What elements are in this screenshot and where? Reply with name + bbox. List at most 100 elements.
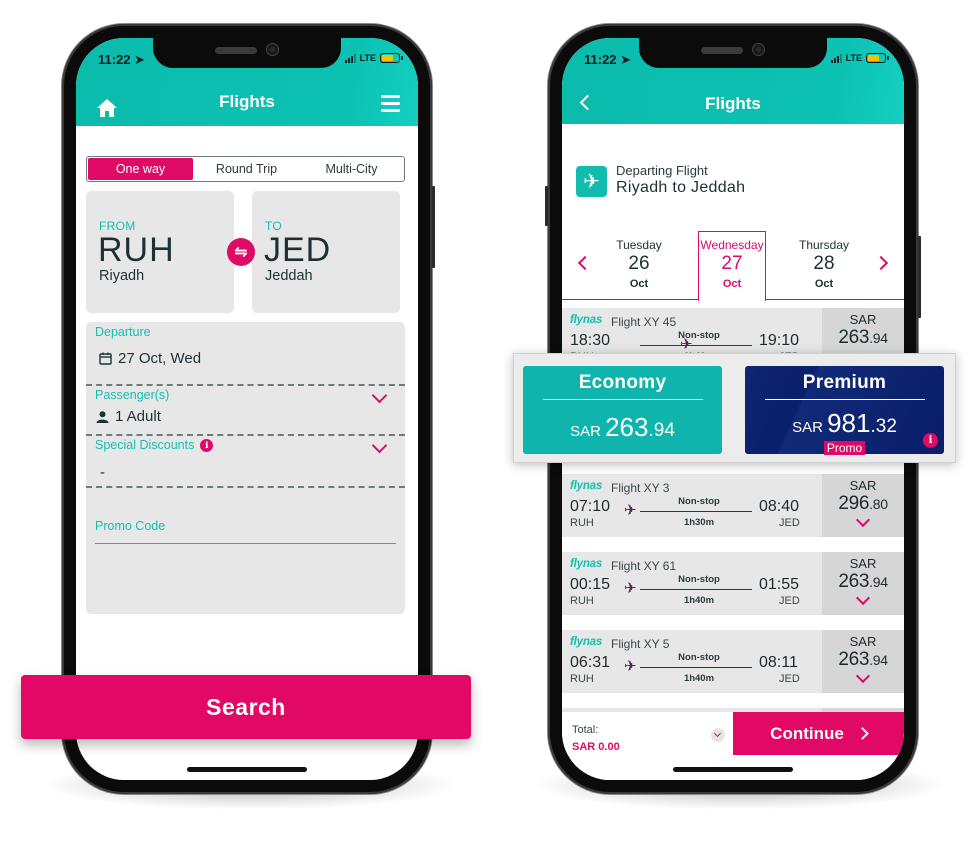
flight-row[interactable]: flynas Flight XY 3 07:10 RUH ✈ Non-stop … bbox=[562, 474, 904, 537]
chevron-down-icon[interactable] bbox=[855, 668, 871, 684]
departure-code: RUH bbox=[570, 595, 594, 607]
search-form: Departure 27 Oct, Wed Passenger(s) 1 Adu… bbox=[86, 322, 405, 614]
network-label: LTE bbox=[359, 53, 376, 63]
airplane-icon: ✈ bbox=[576, 166, 607, 197]
departure-time: 00:15 bbox=[570, 576, 611, 593]
plane-icon: ✈ bbox=[624, 580, 637, 597]
from-code: RUH bbox=[98, 231, 175, 269]
tab-multi-city[interactable]: Multi-City bbox=[299, 157, 404, 181]
battery-icon bbox=[380, 53, 403, 63]
battery-icon bbox=[866, 53, 889, 63]
flight-number: Flight XY 45 bbox=[611, 315, 677, 329]
search-button[interactable]: Search bbox=[21, 675, 471, 739]
route-line bbox=[640, 589, 752, 590]
search-screen: 11:22 ➤ LTE Flights One way Round Trip M… bbox=[76, 38, 418, 780]
duration: 1h40m bbox=[683, 595, 715, 606]
total-label: Total: bbox=[572, 724, 599, 736]
stops: Non-stop bbox=[678, 330, 720, 341]
month: Oct bbox=[722, 278, 742, 290]
tab-round-trip[interactable]: Round Trip bbox=[194, 157, 299, 181]
departure-time: 18:30 bbox=[570, 332, 611, 349]
flight-row[interactable]: flynas Flight XY 5 06:31 RUH ✈ Non-stop … bbox=[562, 630, 904, 693]
fare-premium[interactable]: Premium SAR 981.32 Promo i bbox=[745, 366, 944, 455]
departure-label: Departure bbox=[95, 325, 151, 339]
special-discounts-value: - bbox=[100, 464, 105, 481]
duration: 1h30m bbox=[683, 517, 715, 528]
side-button bbox=[918, 236, 921, 318]
plane-icon: ✈ bbox=[624, 658, 637, 675]
route-line bbox=[640, 345, 752, 346]
tab-one-way[interactable]: One way bbox=[88, 158, 193, 180]
page-title: Flights bbox=[705, 94, 761, 113]
day-name: Wednesday bbox=[700, 238, 764, 252]
arrival-time: 19:10 bbox=[759, 332, 800, 349]
airline-logo: flynas bbox=[570, 636, 603, 648]
trip-type-selector: One way Round Trip Multi-City bbox=[86, 156, 405, 182]
total-details-toggle[interactable] bbox=[711, 728, 725, 742]
chevron-down-icon[interactable] bbox=[855, 590, 871, 606]
promo-code-label: Promo Code bbox=[95, 519, 166, 533]
promo-badge: Promo bbox=[823, 441, 866, 455]
page-title: Flights bbox=[219, 92, 275, 111]
stops: Non-stop bbox=[678, 496, 720, 507]
price-column[interactable]: SAR 263.94 bbox=[822, 552, 904, 615]
arrival-code: JED bbox=[779, 595, 800, 607]
fare-economy[interactable]: Economy SAR 263.94 bbox=[523, 366, 722, 454]
plane-icon: ✈ bbox=[624, 502, 637, 519]
to-code: JED bbox=[264, 231, 332, 269]
signal-icon bbox=[830, 53, 842, 63]
departure-value: 27 Oct, Wed bbox=[118, 350, 202, 367]
month: Oct bbox=[814, 278, 834, 290]
swap-airports-button[interactable]: ⇋ bbox=[227, 238, 255, 266]
chevron-down-icon[interactable] bbox=[855, 512, 871, 528]
date-thursday[interactable]: Thursday 28 Oct bbox=[789, 238, 859, 290]
departure-field[interactable]: Departure 27 Oct, Wed bbox=[86, 322, 405, 384]
person-icon bbox=[96, 410, 109, 423]
promo-code-input[interactable]: Promo Code bbox=[86, 512, 405, 546]
duration: 1h40m bbox=[683, 673, 715, 684]
date-wednesday[interactable]: Wednesday 27 Oct bbox=[697, 238, 767, 290]
flight-number: Flight XY 5 bbox=[611, 637, 670, 651]
home-indicator bbox=[673, 767, 793, 772]
price: 296.80 bbox=[838, 493, 888, 514]
day-number: 28 bbox=[813, 253, 835, 274]
total-value: SAR 0.00 bbox=[572, 741, 620, 753]
status-time: 11:22 ➤ bbox=[98, 52, 146, 67]
hamburger-menu-icon[interactable] bbox=[381, 95, 400, 112]
to-city: Jeddah bbox=[265, 268, 313, 284]
chevron-left-icon[interactable] bbox=[577, 255, 593, 271]
info-icon[interactable]: i bbox=[923, 433, 938, 448]
to-airport-card[interactable]: TO JED Jeddah bbox=[252, 191, 400, 313]
price-column[interactable]: SAR 263.94 bbox=[822, 630, 904, 693]
chevron-down-icon[interactable] bbox=[371, 437, 388, 454]
departure-code: RUH bbox=[570, 673, 594, 685]
from-city: Riyadh bbox=[99, 268, 145, 284]
continue-button[interactable]: Continue bbox=[733, 712, 904, 755]
stops: Non-stop bbox=[678, 574, 720, 585]
flight-row[interactable]: flynas Flight XY 61 00:15 RUH ✈ Non-stop… bbox=[562, 552, 904, 615]
month: Oct bbox=[629, 278, 649, 290]
departure-time: 06:31 bbox=[570, 654, 611, 671]
arrival-time: 01:55 bbox=[759, 576, 800, 593]
date-tuesday[interactable]: Tuesday 26 Oct bbox=[604, 238, 674, 290]
chevron-down-icon[interactable] bbox=[371, 387, 388, 404]
fare-price: SAR 263.94 bbox=[570, 412, 675, 442]
chevron-right-icon[interactable] bbox=[873, 255, 889, 271]
notch bbox=[153, 38, 341, 68]
special-discounts-field[interactable]: Special Discounts i - bbox=[86, 436, 405, 486]
divider bbox=[764, 399, 925, 400]
side-button bbox=[545, 186, 548, 226]
fare-name: Economy bbox=[578, 372, 667, 393]
from-airport-card[interactable]: FROM RUH Riyadh bbox=[86, 191, 234, 313]
arrival-time: 08:40 bbox=[759, 498, 800, 515]
airline-logo: flynas bbox=[570, 314, 603, 326]
passengers-field[interactable]: Passenger(s) 1 Adult bbox=[86, 386, 405, 434]
price-column[interactable]: SAR 296.80 bbox=[822, 474, 904, 537]
passengers-label: Passenger(s) bbox=[95, 388, 170, 402]
fare-name: Premium bbox=[802, 372, 887, 393]
promo-code-underline bbox=[95, 543, 396, 544]
fare-price: SAR 981.32 bbox=[792, 408, 897, 438]
day-number: 26 bbox=[628, 253, 650, 274]
info-icon[interactable]: i bbox=[200, 439, 214, 453]
departure-code: RUH bbox=[570, 517, 594, 529]
